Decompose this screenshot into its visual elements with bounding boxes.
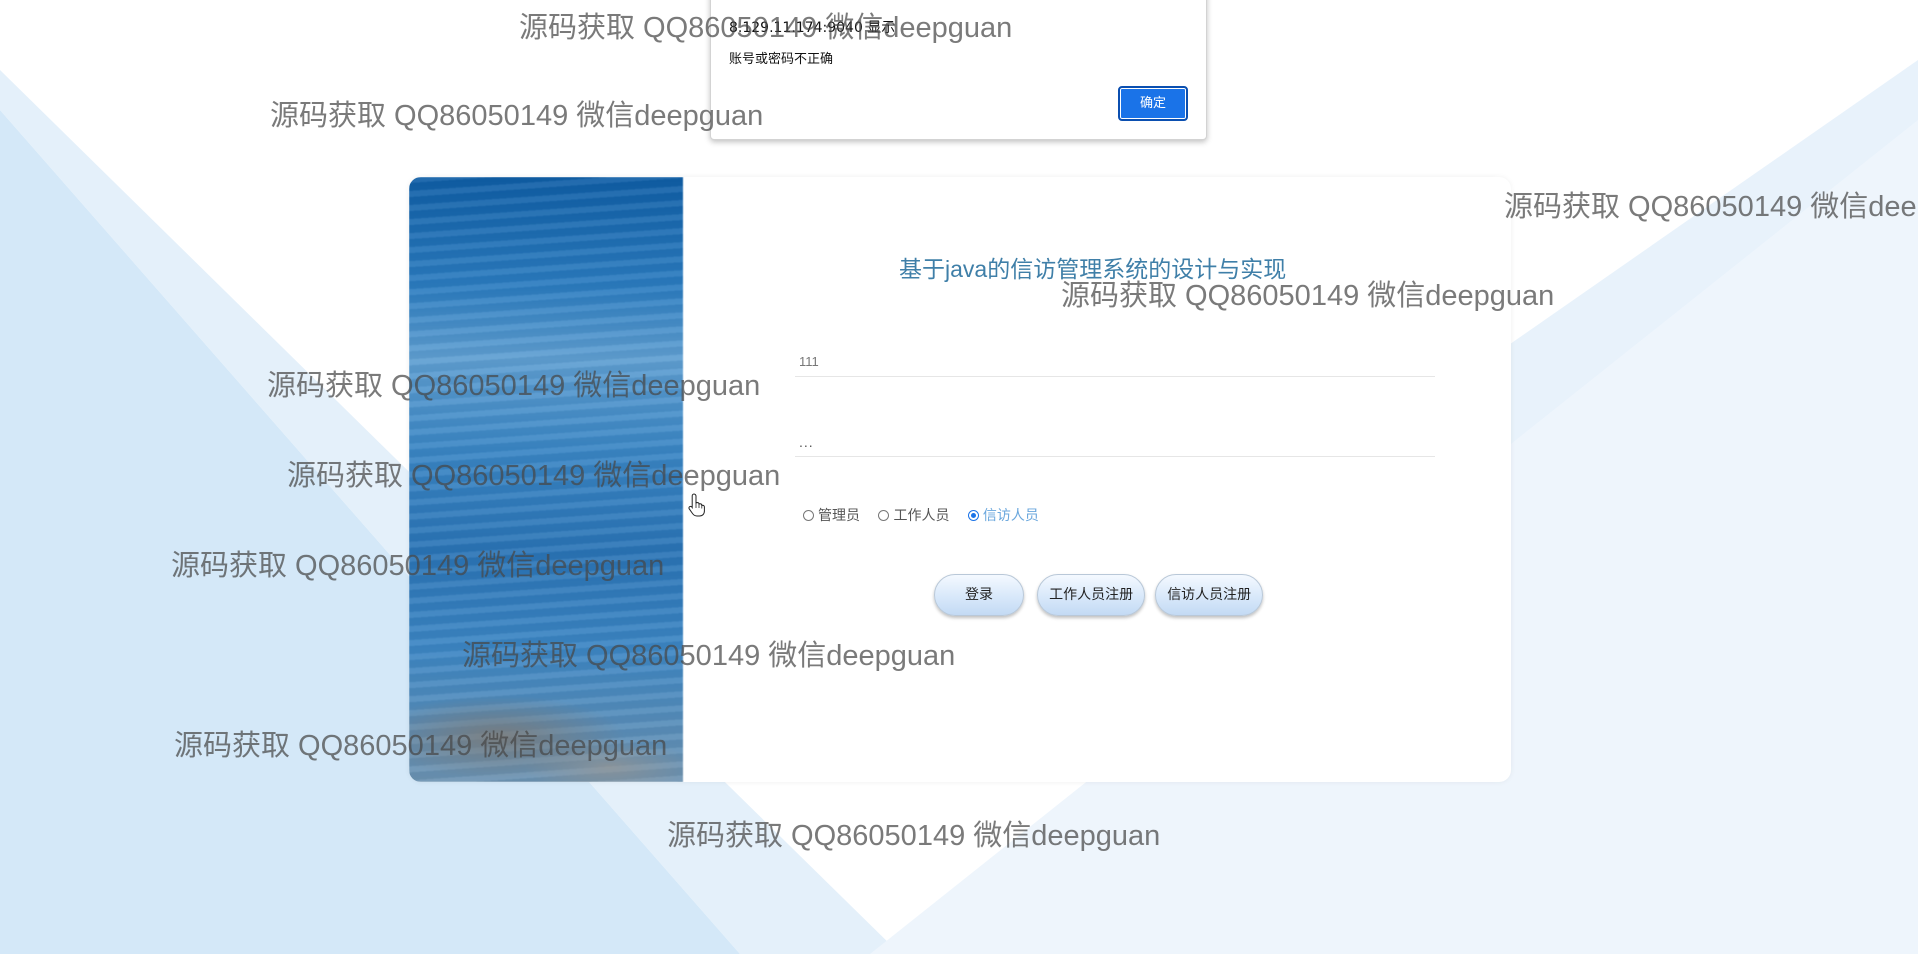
alert-ok-button[interactable]: 确定	[1118, 86, 1188, 121]
role-staff-label: 工作人员	[893, 508, 950, 524]
role-admin-option[interactable]: 管理员	[803, 505, 860, 525]
alert-dialog: 8.129.11.174:9040 显示 账号或密码不正确 确定	[710, 0, 1207, 140]
radio-checked-icon[interactable]	[967, 509, 979, 521]
login-button[interactable]: 登录	[934, 574, 1024, 616]
system-title: 基于java的信访管理系统的设计与实现	[899, 256, 1287, 282]
action-buttons: 登录 工作人员注册 信访人员注册	[934, 574, 1268, 616]
role-radio-group: 管理员 工作人员 信访人员	[803, 505, 1053, 525]
petitioner-register-button[interactable]: 信访人员注册	[1155, 574, 1264, 616]
alert-title: 8.129.11.174:9040 显示	[729, 20, 896, 36]
role-admin-label: 管理员	[818, 508, 860, 524]
password-input[interactable]	[795, 427, 1435, 457]
radio-icon[interactable]	[803, 509, 814, 521]
ocean-photo	[409, 177, 683, 782]
role-staff-option[interactable]: 工作人员	[878, 505, 949, 525]
staff-register-button[interactable]: 工作人员注册	[1037, 574, 1146, 616]
hand-pointer-icon	[688, 493, 705, 517]
username-input[interactable]	[795, 347, 1435, 377]
alert-message: 账号或密码不正确	[729, 52, 834, 67]
login-card: 基于java的信访管理系统的设计与实现 管理员 工作人员 信访人员 登录 工作人…	[409, 177, 1511, 782]
radio-icon[interactable]	[878, 509, 890, 521]
role-petitioner-option[interactable]: 信访人员	[967, 505, 1039, 525]
role-petitioner-label: 信访人员	[982, 508, 1039, 524]
